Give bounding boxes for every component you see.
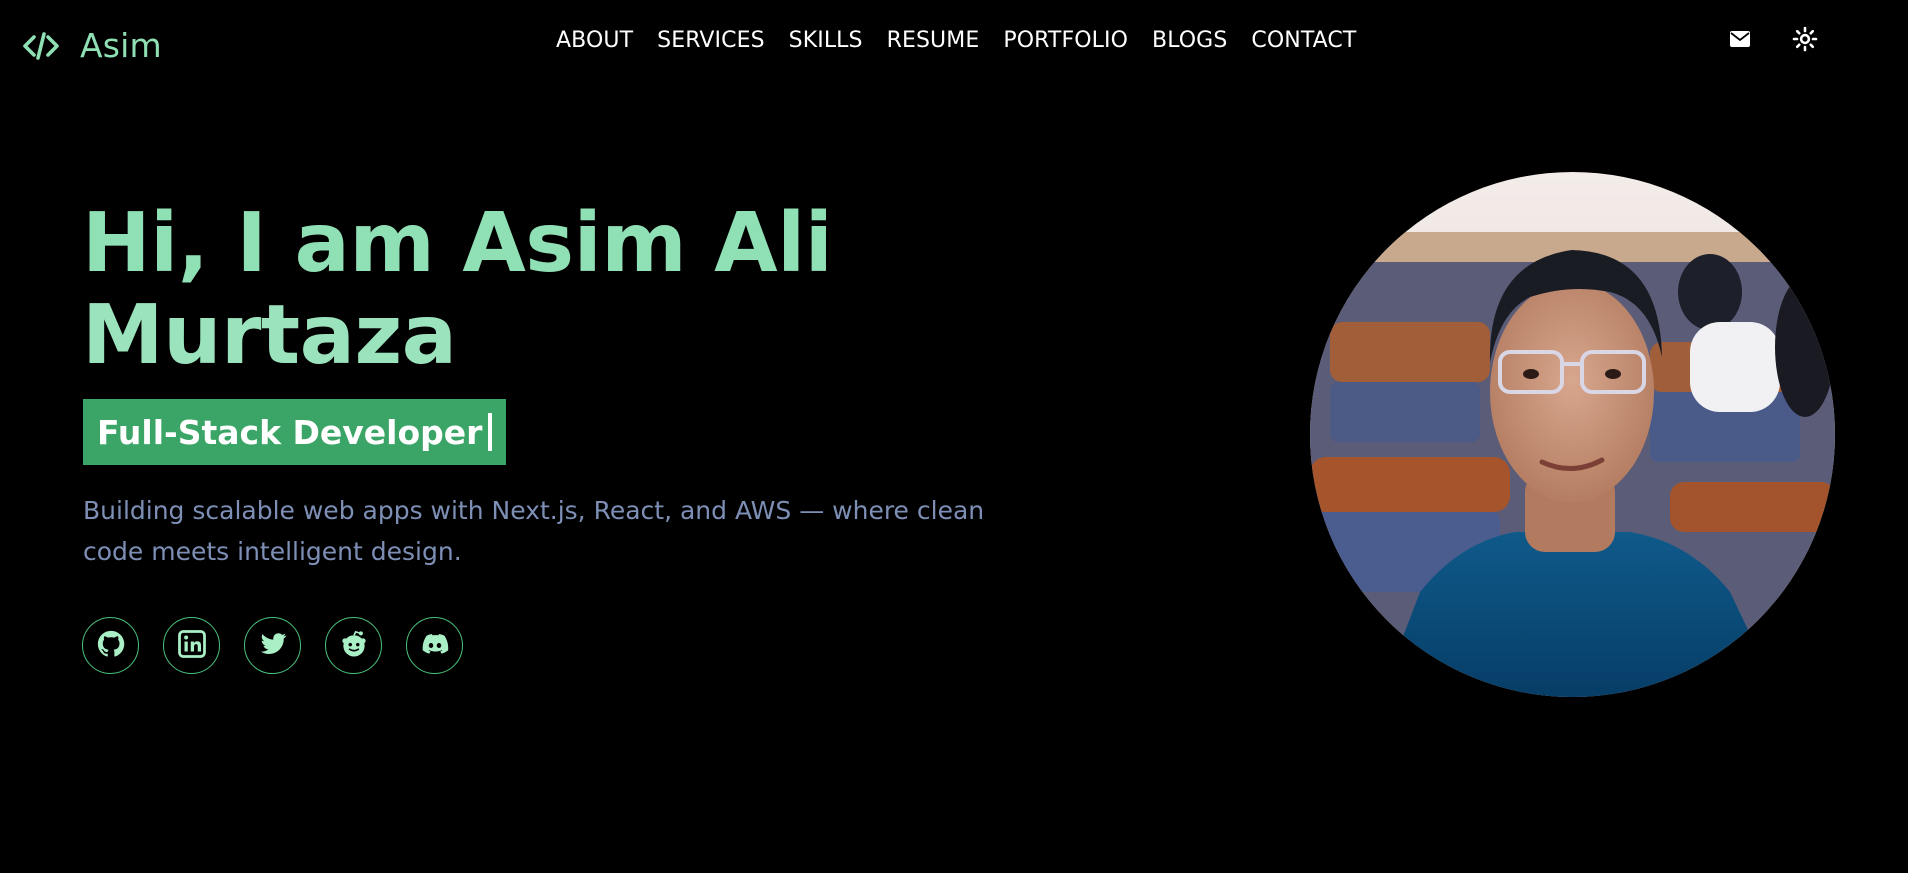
discord-link[interactable] bbox=[406, 617, 463, 674]
brand-name: Asim bbox=[80, 26, 162, 65]
hero-title-line1: Hi, I am Asim Ali bbox=[82, 196, 833, 291]
hero-title: Hi, I am Asim Ali Murtaza bbox=[82, 196, 833, 383]
nav-about[interactable]: ABOUT bbox=[556, 28, 633, 53]
github-link[interactable] bbox=[82, 617, 139, 674]
reddit-link[interactable] bbox=[325, 617, 382, 674]
nav-portfolio[interactable]: PORTFOLIO bbox=[1003, 28, 1128, 53]
typing-caret bbox=[488, 413, 493, 451]
nav-skills[interactable]: SKILLS bbox=[789, 28, 863, 53]
hero-description: Building scalable web apps with Next.js,… bbox=[83, 496, 985, 566]
theme-toggle-button[interactable] bbox=[1790, 26, 1820, 56]
linkedin-link[interactable] bbox=[163, 617, 220, 674]
mail-button[interactable] bbox=[1725, 26, 1755, 56]
linkedin-icon bbox=[177, 629, 207, 663]
nav-resume[interactable]: RESUME bbox=[887, 28, 980, 53]
main-nav: ABOUT SERVICES SKILLS RESUME PORTFOLIO B… bbox=[556, 28, 1356, 53]
nav-services[interactable]: SERVICES bbox=[657, 28, 765, 53]
portrait-photo bbox=[1310, 172, 1835, 697]
sun-icon bbox=[1792, 26, 1818, 56]
twitter-link[interactable] bbox=[244, 617, 301, 674]
role-badge: Full-Stack Developer bbox=[83, 399, 507, 465]
role-text: Full-Stack Developer bbox=[97, 412, 483, 452]
mail-icon bbox=[1729, 30, 1751, 52]
hero-title-line2: Murtaza bbox=[82, 288, 457, 383]
code-brackets-icon bbox=[22, 29, 60, 63]
site-header: Asim ABOUT SERVICES SKILLS RESUME PORTFO… bbox=[0, 0, 1908, 86]
nav-blogs[interactable]: BLOGS bbox=[1152, 28, 1227, 53]
github-icon bbox=[96, 629, 126, 663]
nav-contact[interactable]: CONTACT bbox=[1251, 28, 1356, 53]
twitter-icon bbox=[258, 629, 288, 663]
social-links bbox=[82, 617, 463, 674]
reddit-icon bbox=[339, 629, 369, 663]
brand-logo[interactable]: Asim bbox=[22, 26, 162, 65]
discord-icon bbox=[420, 629, 450, 663]
